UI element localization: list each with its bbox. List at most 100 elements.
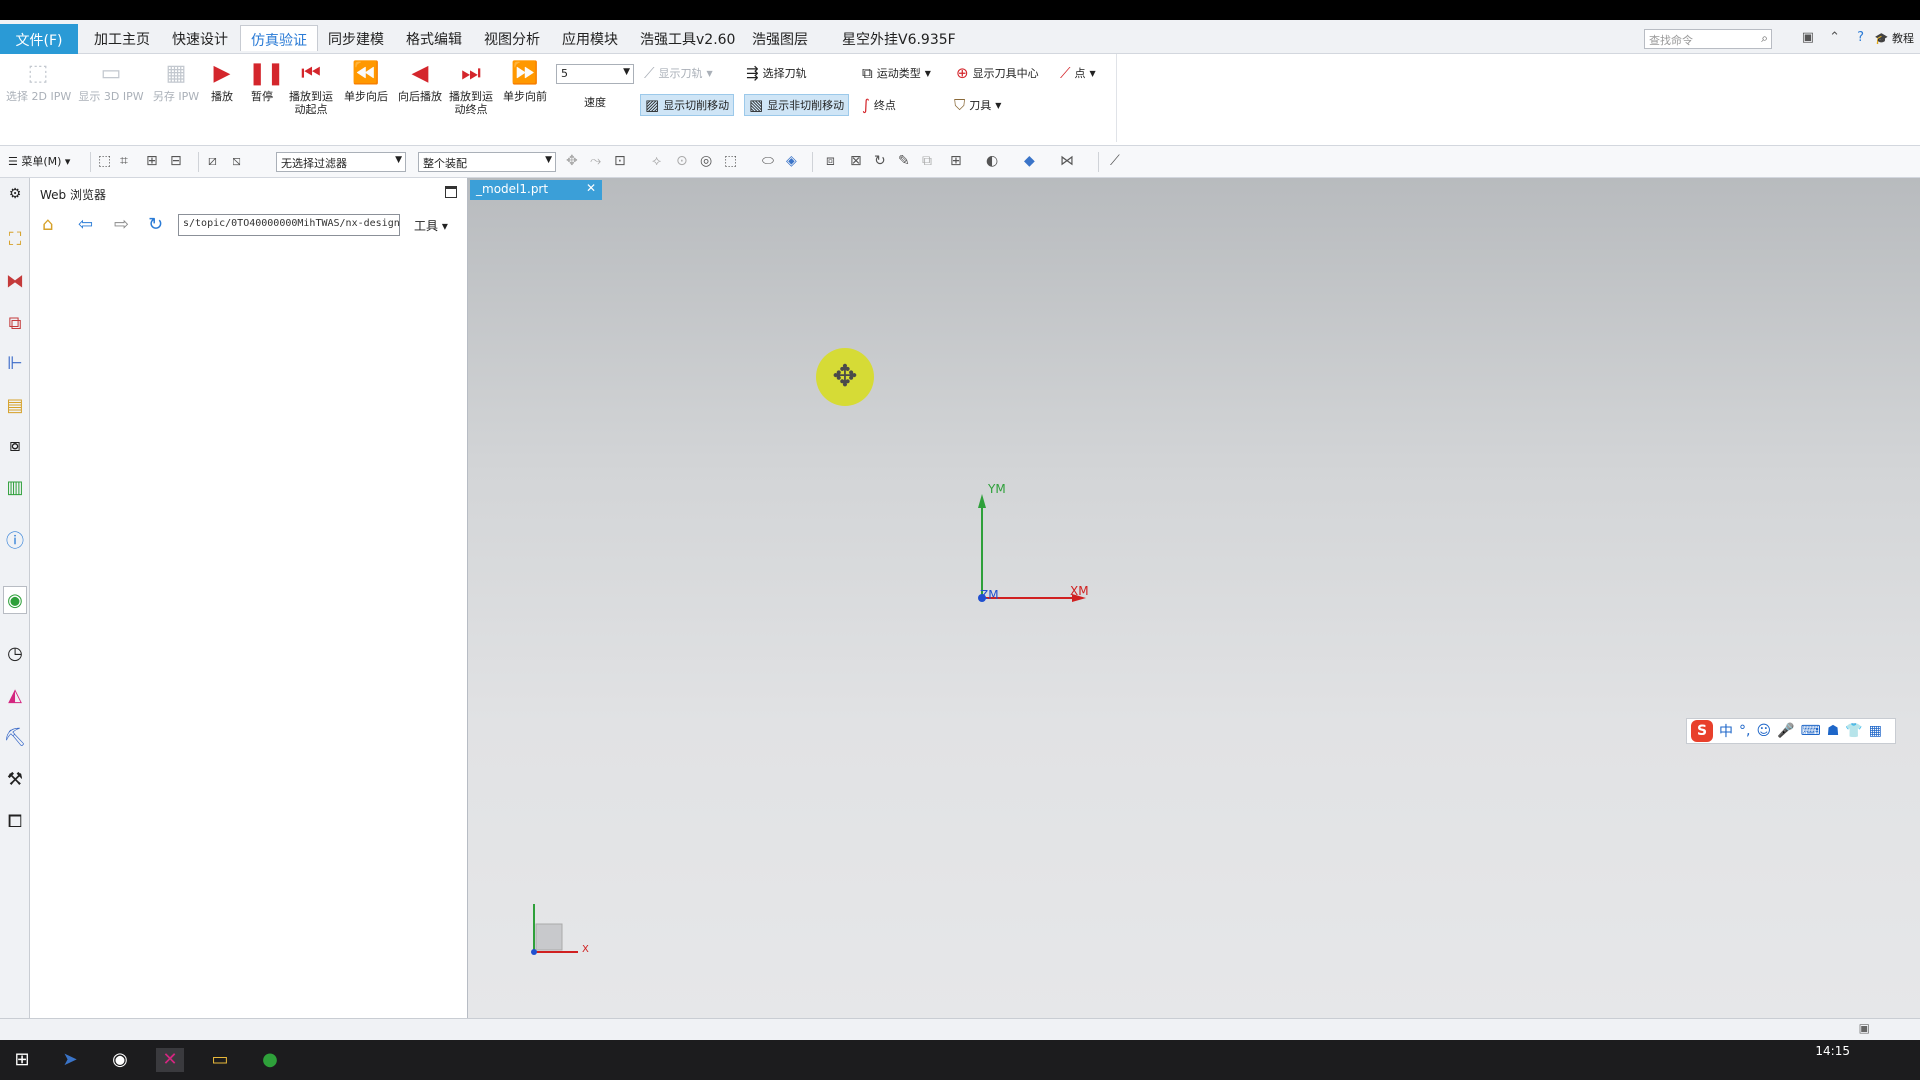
show-cut-moves-toggle[interactable]: ▨ 显示切削移动 — [640, 94, 735, 116]
taskbar-nx-icon[interactable]: ✕ — [156, 1048, 184, 1072]
ime-toolbar[interactable]: S 中 °, ☺ 🎤 ⌨ ☗ 👕 ▦ — [1686, 718, 1896, 744]
taskbar-chat-icon[interactable]: ● — [256, 1048, 284, 1072]
display-mode-icon[interactable]: ⋈ — [1060, 153, 1074, 169]
tab-simulation-verify[interactable]: 仿真验证 — [240, 25, 318, 51]
skin-icon[interactable]: 👕 — [1845, 723, 1862, 739]
tab-haoqiang-tools[interactable]: 浩强工具v2.60 — [630, 25, 745, 51]
collapse-ribbon-icon[interactable]: ⌃ — [1829, 30, 1840, 45]
tool-button[interactable]: ⛉ 刀具 ▼ — [954, 94, 1001, 116]
cube-view-icon[interactable]: ◈ — [786, 153, 797, 169]
play-to-end-button[interactable]: ⏭ 播放到运动终点 — [446, 58, 496, 116]
measure-line-icon[interactable]: ⟋ — [1110, 153, 1120, 169]
maximize-icon[interactable] — [445, 186, 457, 198]
reuse-library-icon[interactable]: ▤ — [3, 392, 27, 420]
user-icon[interactable]: ☗ — [1827, 723, 1840, 739]
operation-navigator-icon[interactable]: ⛶ — [3, 226, 27, 254]
taskbar-clock[interactable]: 14:15 — [1815, 1044, 1850, 1058]
search-icon[interactable]: ⌕ — [1761, 31, 1768, 46]
clip-icon[interactable]: ⧉ — [922, 153, 932, 169]
tools-menu[interactable]: 工具 ▾ — [414, 217, 448, 234]
show-noncut-moves-toggle[interactable]: ▧ 显示非切削移动 — [744, 94, 850, 116]
pan-icon[interactable]: ✎ — [898, 153, 910, 169]
show-tool-center-button[interactable]: ⊕ 显示刀具中心 — [956, 62, 1039, 84]
endpoint-button[interactable]: ∫ 终点 — [862, 94, 896, 116]
select-icon[interactable]: ⬚ — [98, 153, 111, 169]
snap-quad-icon[interactable]: ◎ — [700, 153, 712, 169]
machine-setup-icon[interactable]: ⚒ — [3, 766, 27, 794]
play-to-start-button[interactable]: ⏮ 播放到运动起点 — [286, 58, 336, 116]
window-icon[interactable]: ▣ — [1802, 30, 1814, 45]
hd3d-tools-icon[interactable]: ⧇ — [3, 432, 27, 460]
select-features-icon[interactable]: ⌗ — [120, 153, 128, 169]
save-ipw-button[interactable]: ▦ 另存 IPW — [150, 58, 202, 103]
select-toolpath-button[interactable]: ⇶ 选择刀轨 — [746, 62, 807, 84]
shaded-view-icon[interactable]: ⬭ — [762, 153, 774, 169]
menu-button[interactable]: ☰ 菜单(M) ▾ — [8, 153, 70, 169]
pause-button[interactable]: ❚❚ 暂停 — [248, 58, 285, 103]
point-button[interactable]: ⟋ 点 ▼ — [1060, 62, 1096, 84]
snap-end-icon[interactable]: ⤳ — [590, 153, 601, 169]
render-style-icon[interactable]: ◐ — [986, 153, 998, 169]
motion-type-button[interactable]: ⧉ 运动类型 ▼ — [862, 62, 931, 84]
show-3d-ipw-button[interactable]: ▭ 显示 3D IPW — [78, 58, 144, 103]
tab-view-analysis[interactable]: 视图分析 — [474, 25, 550, 51]
keyboard-icon[interactable]: ⌨ — [1801, 723, 1821, 739]
step-forward-button[interactable]: ⏩ 单步向前 — [500, 58, 550, 103]
fit-view-icon[interactable]: ⧈ — [826, 153, 835, 169]
info-broadcast-icon[interactable]: ⓘ — [3, 528, 27, 556]
settings-icon[interactable]: ⚙ — [3, 180, 27, 208]
select-2d-ipw-button[interactable]: ⬚ 选择 2D IPW — [6, 58, 71, 103]
back-arrow-icon[interactable]: ⇦ — [78, 214, 93, 235]
home-icon[interactable]: ⌂ — [42, 214, 53, 235]
rect-select-icon[interactable]: ⬚ — [724, 153, 737, 169]
help-icon[interactable]: ? — [1857, 30, 1864, 45]
part-navigator-icon[interactable]: ⧉ — [3, 310, 27, 338]
layout-icon[interactable]: ⊞ — [950, 153, 962, 169]
taskbar-browser-icon[interactable]: ◉ — [106, 1048, 134, 1072]
tab-xingkong-plugin[interactable]: 星空外挂V6.935F — [832, 25, 966, 51]
taskbar-folder-icon[interactable]: ▭ — [206, 1048, 234, 1072]
snap-point-icon[interactable]: ✥ — [566, 153, 578, 169]
forward-arrow-icon[interactable]: ⇨ — [114, 214, 129, 235]
rotate-icon[interactable]: ↻ — [874, 153, 886, 169]
tool-library-icon[interactable]: ⛏ — [3, 724, 27, 752]
select-edges-icon[interactable]: ⊟ — [170, 153, 182, 169]
tab-file[interactable]: 文件(F) — [0, 24, 78, 54]
url-input[interactable]: s/topic/0TO40000000MihTWAS/nx-design — [178, 214, 400, 236]
tab-sync-modeling[interactable]: 同步建模 — [318, 25, 394, 51]
zoom-window-icon[interactable]: ⊠ — [850, 153, 862, 169]
snap-grid-icon[interactable]: ⊡ — [614, 153, 626, 169]
select-bodies-icon[interactable]: ⊞ — [146, 153, 158, 169]
tab-haoqiang-layers[interactable]: 浩强图层 — [742, 25, 818, 51]
tab-format-edit[interactable]: 格式编辑 — [396, 25, 472, 51]
orient-view-icon[interactable]: ◆ — [1024, 153, 1035, 169]
graphics-viewport[interactable] — [468, 178, 1920, 1018]
snap-mid-icon[interactable]: ⟡ — [652, 153, 661, 169]
show-toolpath-button[interactable]: ⟋ 显示刀轨 ▼ — [644, 62, 713, 84]
taskbar-app-icon[interactable]: ➤ — [56, 1048, 84, 1072]
command-search-input[interactable]: 查找命令 ⌕ — [1644, 29, 1772, 49]
refresh-icon[interactable]: ↻ — [148, 214, 163, 235]
tutorial-link[interactable]: 🎓 教程 — [1875, 30, 1914, 46]
constraint-navigator-icon[interactable]: ⊩ — [3, 350, 27, 378]
emoji-icon[interactable]: ☺ — [1756, 723, 1771, 739]
step-back-button[interactable]: ⏪ 单步向后 — [340, 58, 392, 103]
start-windows-icon[interactable]: ⊞ — [8, 1048, 36, 1072]
snap-center-icon[interactable]: ⊙ — [676, 153, 688, 169]
document-tab[interactable]: _model1.prt ✕ — [470, 180, 602, 200]
tab-machining-home[interactable]: 加工主页 — [84, 25, 160, 51]
ime-mode[interactable]: 中 — [1719, 721, 1733, 741]
role-icon[interactable]: ⧠ — [3, 808, 27, 836]
close-icon[interactable]: ✕ — [586, 181, 596, 195]
palette-icon[interactable]: ◭ — [3, 682, 27, 710]
filter-toggle-icon[interactable]: ⧄ — [208, 153, 217, 169]
reverse-play-button[interactable]: ◀ 向后播放 — [394, 58, 446, 103]
library-books-icon[interactable]: ▥ — [3, 474, 27, 502]
machine-tool-icon[interactable]: ⧓ — [3, 268, 27, 296]
play-button[interactable]: ▶ 播放 — [208, 58, 236, 103]
grid-menu-icon[interactable]: ▦ — [1869, 723, 1882, 739]
tab-app-modules[interactable]: 应用模块 — [552, 25, 628, 51]
status-window-icon[interactable]: ▣ — [1859, 1021, 1870, 1035]
sogou-logo-icon[interactable]: S — [1691, 720, 1713, 742]
microphone-icon[interactable]: 🎤 — [1777, 723, 1794, 739]
